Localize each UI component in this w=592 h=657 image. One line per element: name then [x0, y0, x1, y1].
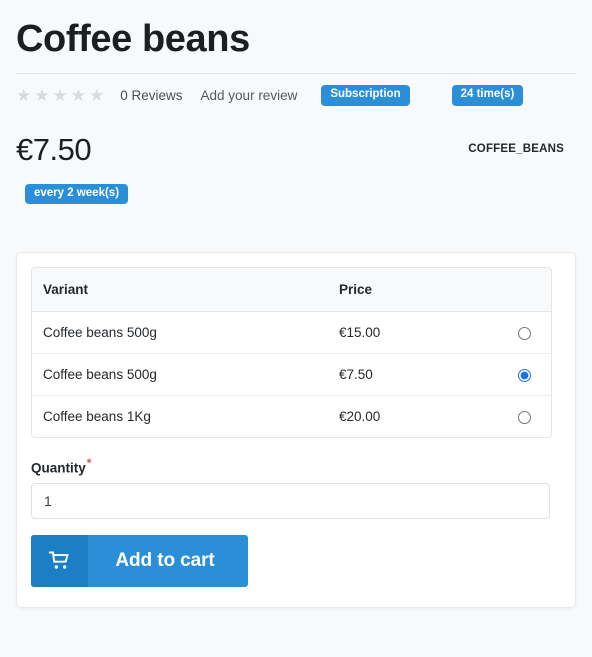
quantity-label: Quantity*: [31, 456, 563, 476]
variant-select-cell[interactable]: [498, 354, 551, 397]
variant-select-cell[interactable]: [498, 312, 551, 355]
price-row: €7.50 COFFEE_BEANS: [16, 134, 576, 174]
star-icon[interactable]: ★: [71, 87, 86, 104]
star-icon[interactable]: ★: [89, 87, 104, 104]
add-to-cart-button[interactable]: Add to cart: [31, 534, 248, 587]
variant-price: €15.00: [328, 312, 498, 355]
product-meta-row: ★ ★ ★ ★ ★ 0 Reviews Add your review Subs…: [16, 74, 576, 118]
variant-price: €7.50: [328, 354, 498, 397]
quantity-input[interactable]: [31, 482, 550, 519]
add-to-cart-label: Add to cart: [115, 549, 215, 571]
reviews-count: 0 Reviews: [120, 88, 183, 104]
variant-radio[interactable]: [518, 326, 531, 340]
table-row[interactable]: Coffee beans 500g €15.00: [32, 312, 551, 355]
recurrence-row: every 2 week(s): [16, 183, 576, 205]
shopping-cart-icon: [31, 534, 88, 587]
variant-name: Coffee beans 1Kg: [32, 396, 328, 438]
variant-name: Coffee beans 500g: [32, 312, 328, 355]
star-icon[interactable]: ★: [53, 87, 68, 104]
recurrence-badge: every 2 week(s): [25, 183, 129, 205]
subscription-badge: Subscription: [321, 85, 410, 106]
column-header-variant: Variant: [32, 268, 328, 313]
internal-reference: COFFEE_BEANS: [468, 142, 564, 155]
column-header-select: [498, 268, 551, 313]
table-header-row: Variant Price: [32, 268, 551, 313]
required-marker: *: [86, 456, 92, 471]
rating-stars[interactable]: ★ ★ ★ ★ ★: [16, 87, 104, 104]
table-row[interactable]: Coffee beans 500g €7.50: [32, 354, 551, 397]
variants-table: Variant Price Coffee beans 500g €15.00 C…: [31, 267, 552, 439]
column-header-price: Price: [328, 268, 498, 313]
add-your-review-link[interactable]: Add your review: [201, 88, 298, 103]
page-title: Coffee beans: [16, 18, 250, 60]
star-icon[interactable]: ★: [16, 87, 31, 104]
variant-radio-selected[interactable]: [518, 368, 531, 382]
product-page: Coffee beans ★ ★ ★ ★ ★ 0 Reviews Add you…: [0, 0, 592, 657]
product-price: €7.50: [16, 131, 92, 167]
variant-name: Coffee beans 500g: [32, 354, 328, 397]
quantity-label-text: Quantity: [31, 460, 86, 476]
variant-radio[interactable]: [518, 410, 531, 424]
variant-price: €20.00: [328, 396, 498, 438]
star-icon[interactable]: ★: [34, 87, 49, 104]
duration-badge: 24 time(s): [451, 85, 524, 106]
product-options-card: Variant Price Coffee beans 500g €15.00 C…: [16, 252, 576, 608]
variant-select-cell[interactable]: [498, 396, 551, 438]
table-row[interactable]: Coffee beans 1Kg €20.00: [32, 396, 551, 438]
